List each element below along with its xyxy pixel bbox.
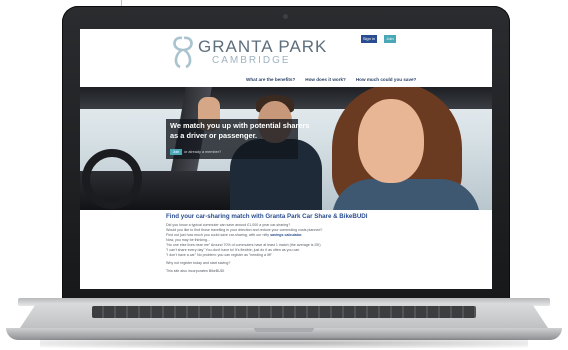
keyboard-keys <box>92 306 476 318</box>
laptop-lid: GRANTA PARK CAMBRIDGE Sign in Join What … <box>62 6 510 302</box>
savings-calculator-link[interactable]: savings calculator. <box>270 233 302 237</box>
trackpad-notch <box>254 328 314 332</box>
main-content: Find your car-sharing match with Granta … <box>166 213 406 274</box>
logo-subtitle: CAMBRIDGE <box>212 55 291 66</box>
nav-how-it-works[interactable]: How does it work? <box>305 75 346 85</box>
hero-photo-passenger-face <box>358 99 424 183</box>
content-line: This site also incorporates BikeBUDI <box>166 269 225 273</box>
logo-title: GRANTA PARK <box>198 37 328 56</box>
laptop-shadow <box>40 338 528 348</box>
page-title: Find your car-sharing match with Granta … <box>166 213 368 220</box>
hero-photo-passenger-body <box>332 179 480 210</box>
granta-park-logo[interactable]: GRANTA PARK CAMBRIDGE <box>168 33 326 71</box>
hero-join-button[interactable]: Join <box>170 149 182 155</box>
webcam-icon <box>283 14 288 19</box>
content-line-text: Find out just how much you could save ca… <box>166 233 270 237</box>
logo-mark-icon <box>173 36 193 69</box>
hero-member-link[interactable]: or already a member? <box>184 149 221 155</box>
laptop-screen: GRANTA PARK CAMBRIDGE Sign in Join What … <box>80 29 492 289</box>
join-button-header[interactable]: Join <box>384 35 396 43</box>
hero-headline: We match you up with potential sharers a… <box>170 121 310 140</box>
nav-savings[interactable]: How much could you save? <box>356 75 417 85</box>
nav-benefits[interactable]: What are the benefits? <box>246 75 295 85</box>
steering-wheel-icon <box>82 149 142 209</box>
sign-in-button[interactable]: Sign in <box>361 35 377 43</box>
main-nav: What are the benefits? How does it work?… <box>246 75 416 85</box>
site-header: GRANTA PARK CAMBRIDGE Sign in Join What … <box>80 29 492 87</box>
